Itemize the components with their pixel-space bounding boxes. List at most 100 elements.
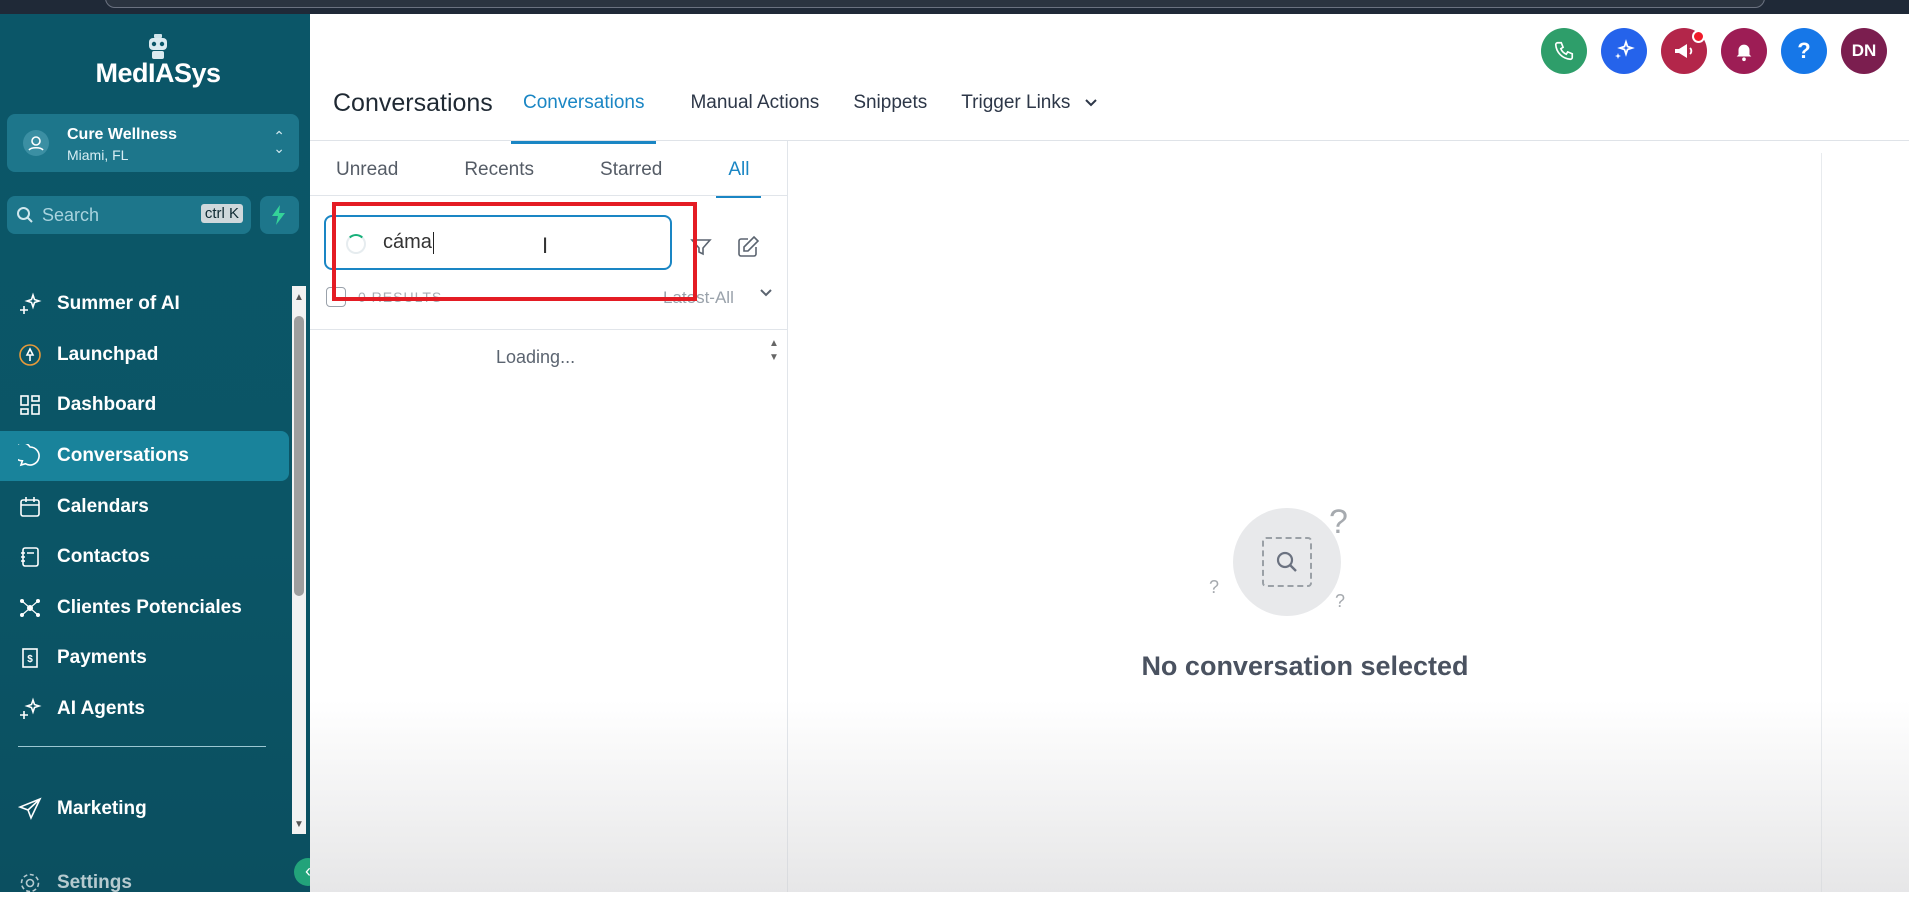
sidebar-item-label: Launchpad	[57, 343, 159, 365]
notification-dot	[1692, 30, 1705, 43]
location-city: Miami, FL	[67, 147, 129, 163]
help-icon: ?	[1797, 38, 1811, 63]
subtab-recents[interactable]: Recents	[464, 159, 534, 198]
empty-state-title: No conversation selected	[1141, 651, 1469, 681]
subtabs-divider	[310, 195, 788, 196]
tab-snippets[interactable]: Snippets	[853, 92, 927, 144]
sidebar-item-clientes-potenciales[interactable]: Clientes Potenciales	[0, 583, 290, 634]
top-actions: ? DN	[1541, 28, 1887, 74]
chevron-down-icon[interactable]	[758, 285, 774, 301]
page-title: Conversations	[333, 89, 493, 117]
sidebar-item-label: Conversations	[57, 445, 189, 467]
question-mark-icon: ?	[1329, 503, 1348, 541]
scroll-down-icon[interactable]: ▼	[294, 819, 304, 830]
phone-button[interactable]	[1541, 28, 1587, 74]
subtab-unread[interactable]: Unread	[336, 159, 398, 198]
avatar-initials: DN	[1851, 41, 1877, 60]
address-bar[interactable]	[105, 0, 1765, 8]
conversation-list-panel: Unread Recents Starred All cáma I 0 RESU…	[310, 141, 788, 892]
question-mark-icon: ?	[1209, 577, 1220, 597]
location-name: Cure Wellness	[67, 126, 177, 143]
chevron-updown-icon: ⌃ ⌄	[273, 128, 285, 156]
scrollbar-thumb[interactable]	[294, 316, 304, 596]
magnifier-icon	[1276, 551, 1297, 572]
brand-logo[interactable]: MedIASys	[88, 34, 228, 89]
phone-icon	[1554, 41, 1574, 61]
chat-bubble-icon	[18, 444, 42, 468]
lightning-icon	[272, 205, 285, 225]
announcements-button[interactable]	[1661, 28, 1707, 74]
sidebar-item-label: Dashboard	[57, 394, 157, 416]
svg-text:$: $	[27, 654, 33, 665]
sidebar-item-contactos[interactable]: Contactos	[0, 532, 290, 583]
tab-label: Trigger Links	[961, 92, 1071, 113]
sidebar-item-dashboard[interactable]: Dashboard	[0, 380, 290, 431]
subtab-starred[interactable]: Starred	[600, 159, 662, 198]
sidebar-item-label: Payments	[57, 647, 147, 669]
sidebar-search[interactable]: Search ctrl K	[7, 196, 251, 234]
scroll-up-icon[interactable]: ▲	[294, 292, 304, 303]
detail-divider	[1821, 153, 1822, 892]
help-button[interactable]: ?	[1781, 28, 1827, 74]
conversation-detail-panel: ? ? ? No conversation selected	[789, 141, 1889, 892]
subtab-all[interactable]: All	[716, 159, 762, 198]
sidebar-item-settings[interactable]: Settings	[0, 858, 290, 909]
sparkle-icon	[1615, 39, 1635, 59]
sparkle-icon	[18, 292, 42, 316]
list-scroll-arrows[interactable]: ▲ ▼	[769, 337, 779, 365]
quick-actions-button[interactable]	[260, 196, 299, 234]
receipt-icon: $	[18, 646, 42, 670]
sparkle-icon	[18, 697, 42, 721]
tab-trigger-links[interactable]: Trigger Links	[961, 92, 1097, 144]
search-icon	[17, 207, 33, 223]
sidebar-item-conversations[interactable]: Conversations	[0, 430, 289, 482]
sidebar-item-payments[interactable]: $ Payments	[0, 633, 290, 684]
conversation-filter-tabs: Unread Recents Starred All	[336, 159, 762, 198]
sidebar-nav-secondary: Marketing	[0, 784, 290, 835]
highlight-annotation	[332, 202, 697, 301]
sidebar-scrollbar[interactable]: ▲ ▼	[292, 286, 306, 834]
tab-manual-actions[interactable]: Manual Actions	[690, 92, 819, 144]
sidebar-item-ai-agents[interactable]: AI Agents	[0, 684, 290, 735]
location-icon	[23, 130, 49, 156]
network-icon	[18, 596, 42, 620]
bell-icon	[1736, 44, 1752, 62]
sidebar-item-calendars[interactable]: Calendars	[0, 481, 290, 532]
chevron-down-icon	[1084, 99, 1097, 107]
paper-plane-icon	[18, 797, 42, 821]
grid-icon	[18, 393, 42, 417]
search-shortcut: ctrl K	[200, 204, 243, 223]
compose-icon[interactable]	[736, 235, 760, 259]
loading-text: Loading...	[496, 347, 576, 367]
main-content: ? DN Conversations Conversations Manual …	[310, 14, 1909, 892]
user-avatar[interactable]: DN	[1841, 28, 1887, 74]
sidebar-nav: Summer of AI Launchpad Dashboard Convers…	[0, 279, 290, 734]
sidebar-nav-settings: Settings	[0, 858, 290, 909]
sidebar-item-label: Clientes Potenciales	[57, 596, 242, 618]
empty-state-illustration	[1233, 508, 1341, 616]
megaphone-icon	[1675, 44, 1693, 58]
ai-assistant-button[interactable]	[1601, 28, 1647, 74]
location-switcher[interactable]: Cure Wellness Miami, FL ⌃ ⌄	[7, 114, 299, 172]
calendar-icon	[18, 495, 42, 519]
header-tabs: Conversations Manual Actions Snippets Tr…	[511, 92, 1098, 144]
contact-book-icon	[18, 545, 42, 569]
robot-logo-icon	[149, 34, 167, 59]
sidebar-item-label: Contactos	[57, 546, 150, 568]
sidebar-item-launchpad[interactable]: Launchpad	[0, 330, 290, 381]
sidebar-item-label: Marketing	[57, 798, 147, 820]
sidebar-item-label: Settings	[57, 872, 132, 894]
rocket-icon	[18, 343, 42, 367]
list-divider	[310, 329, 788, 330]
question-mark-icon: ?	[1335, 591, 1346, 611]
sidebar-item-marketing[interactable]: Marketing	[0, 784, 290, 835]
brand-name: MedIASys	[95, 58, 221, 88]
search-label: Search	[42, 205, 100, 225]
sidebar-item-label: AI Agents	[57, 698, 145, 720]
notifications-button[interactable]	[1721, 28, 1767, 74]
browser-chrome	[0, 0, 1909, 14]
sidebar-item-summer-of-ai[interactable]: Summer of AI	[0, 279, 290, 330]
tab-conversations[interactable]: Conversations	[511, 92, 657, 144]
sidebar-item-label: Summer of AI	[57, 293, 180, 315]
sidebar: MedIASys Cure Wellness Miami, FL ⌃ ⌄ Sear…	[0, 14, 310, 893]
